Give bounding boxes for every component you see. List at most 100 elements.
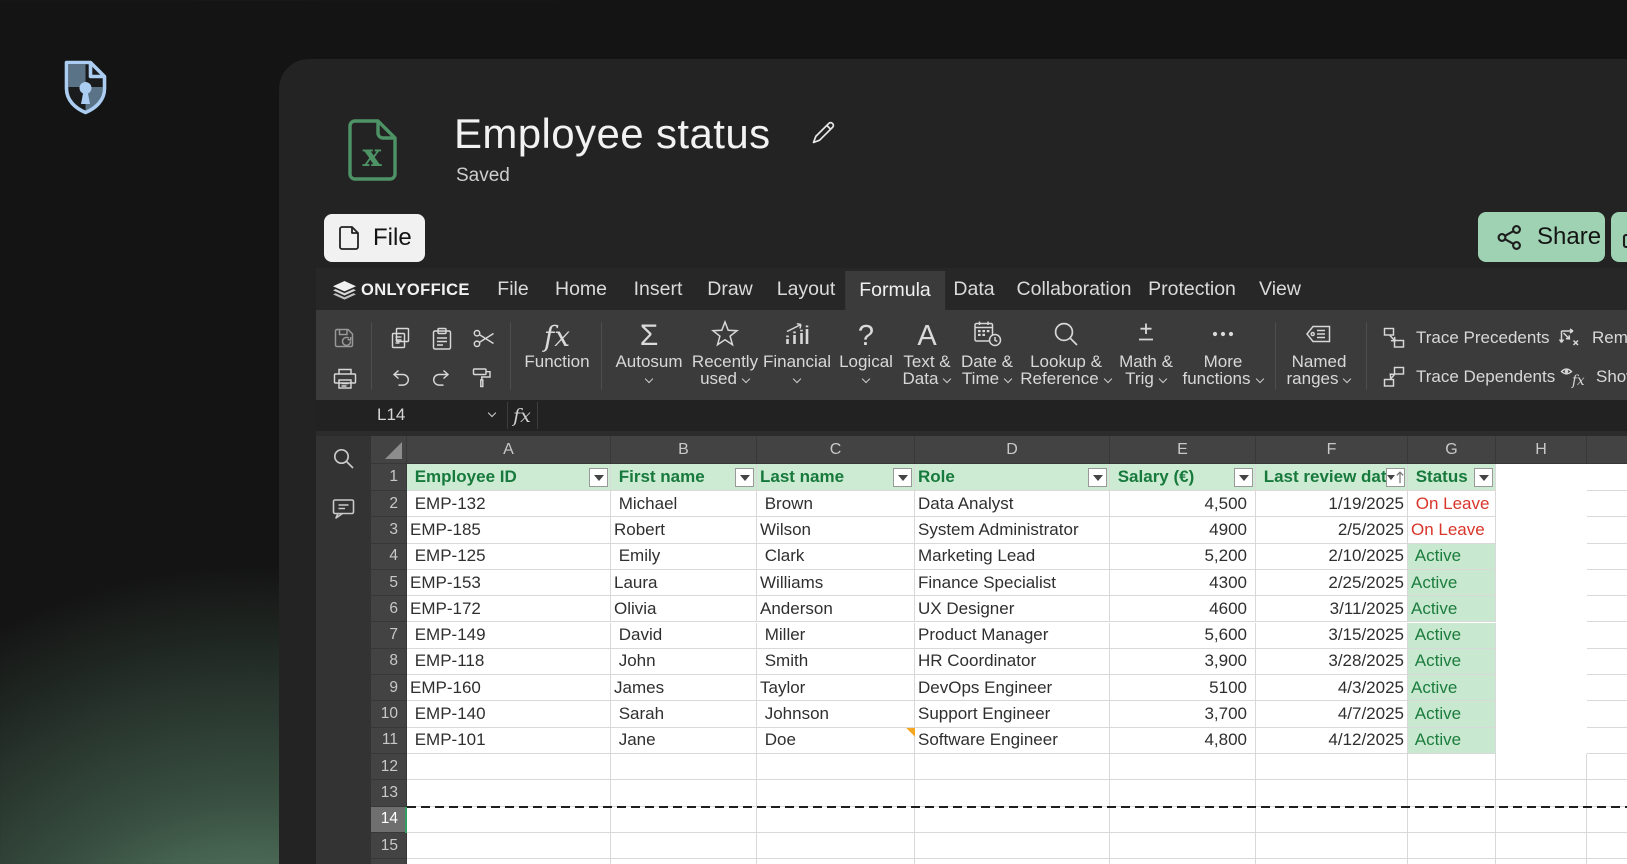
cell-F7[interactable]: 3/15/2025: [1256, 622, 1408, 649]
cell-G7[interactable]: Active: [1408, 622, 1496, 649]
cell[interactable]: [915, 754, 1110, 781]
cell-A4[interactable]: EMP-125: [407, 543, 611, 570]
cell[interactable]: [1496, 780, 1587, 807]
filter-button-B[interactable]: [735, 468, 754, 487]
cell[interactable]: [757, 754, 915, 781]
row-header-9[interactable]: 9: [371, 675, 407, 702]
cell-G2[interactable]: On Leave: [1408, 491, 1496, 518]
column-header-partial[interactable]: [1587, 436, 1627, 464]
cell[interactable]: [1408, 859, 1496, 864]
cell[interactable]: [611, 832, 757, 860]
cell-G6[interactable]: Active: [1408, 596, 1496, 623]
cell-E3[interactable]: 4900: [1110, 517, 1256, 544]
row-header-13[interactable]: 13: [371, 780, 407, 807]
cell-B5[interactable]: Laura: [611, 569, 757, 597]
row-header-4[interactable]: 4: [371, 543, 407, 570]
cell-C3[interactable]: Wilson: [757, 517, 915, 544]
row-header-1[interactable]: 1: [371, 464, 407, 491]
cell-D2[interactable]: Data Analyst: [915, 491, 1110, 518]
cell[interactable]: [1408, 780, 1496, 807]
menu-tab-formula[interactable]: Formula: [845, 271, 945, 310]
trace-dependents-button[interactable]: Trace Dependents: [1382, 365, 1555, 389]
cell[interactable]: [611, 859, 757, 864]
cell[interactable]: [1256, 859, 1408, 864]
cell[interactable]: [915, 780, 1110, 807]
cell-C7[interactable]: Miller: [757, 622, 915, 649]
row-header-8[interactable]: 8: [371, 648, 407, 676]
share-button[interactable]: Share: [1478, 212, 1605, 262]
cell-E11[interactable]: 4,800: [1110, 727, 1256, 754]
cell-B11[interactable]: Jane: [611, 727, 757, 754]
cell-A9[interactable]: EMP-160: [407, 675, 611, 702]
cell[interactable]: [1587, 570, 1627, 597]
cell-F11[interactable]: 4/12/2025: [1256, 727, 1408, 754]
cell[interactable]: [915, 859, 1110, 864]
cell[interactable]: [1587, 701, 1627, 728]
row-header-7[interactable]: 7: [371, 622, 407, 649]
column-header-E[interactable]: E: [1110, 436, 1256, 464]
column-header-F[interactable]: F: [1256, 436, 1408, 464]
cell-E4[interactable]: 5,200: [1110, 543, 1256, 570]
row-header-15[interactable]: 15: [371, 832, 407, 860]
menu-tab-view[interactable]: View: [1245, 268, 1315, 310]
cell-F10[interactable]: 4/7/2025: [1256, 701, 1408, 728]
sheet-header-cell[interactable]: Last name: [757, 464, 915, 491]
cell[interactable]: [1408, 832, 1496, 860]
cell[interactable]: [1110, 780, 1256, 807]
cell-A3[interactable]: EMP-185: [407, 517, 611, 544]
cell[interactable]: [1587, 596, 1627, 623]
show-formulas-button[interactable]: fx Show formulas: [1560, 365, 1627, 389]
save-button[interactable]: [332, 326, 356, 350]
cell-D11[interactable]: Software Engineer: [915, 727, 1110, 754]
cell[interactable]: [1408, 806, 1496, 833]
formula-input[interactable]: [538, 400, 1627, 431]
cell-C2[interactable]: Brown: [757, 491, 915, 518]
cell[interactable]: [1587, 517, 1627, 544]
select-all-corner[interactable]: [371, 436, 407, 464]
cell[interactable]: [1496, 754, 1587, 781]
cell-D10[interactable]: Support Engineer: [915, 701, 1110, 728]
cell-D8[interactable]: HR Coordinator: [915, 648, 1110, 676]
more-functions-button[interactable]: More functions: [1175, 318, 1271, 396]
menu-tab-home[interactable]: Home: [541, 268, 621, 310]
column-header-A[interactable]: A: [407, 436, 611, 464]
row-header-12[interactable]: 12: [371, 754, 407, 781]
cut-button[interactable]: [472, 327, 496, 351]
cell-G3[interactable]: On Leave: [1408, 517, 1496, 544]
column-header-G[interactable]: G: [1408, 436, 1496, 464]
cell-C10[interactable]: Johnson: [757, 701, 915, 728]
cell[interactable]: [1587, 728, 1627, 754]
cell-E9[interactable]: 5100: [1110, 675, 1256, 702]
cell[interactable]: [1256, 780, 1408, 807]
cell[interactable]: [611, 754, 757, 781]
cell-E7[interactable]: 5,600: [1110, 622, 1256, 649]
cell-G8[interactable]: Active: [1408, 648, 1496, 676]
menu-tab-insert[interactable]: Insert: [620, 268, 697, 310]
cell[interactable]: [1256, 754, 1408, 781]
search-icon[interactable]: [332, 447, 355, 470]
row-header-16[interactable]: 16: [371, 859, 407, 864]
column-header-C[interactable]: C: [757, 436, 915, 464]
menu-tab-protection[interactable]: Protection: [1134, 268, 1250, 310]
cell[interactable]: [1587, 491, 1627, 518]
menu-tab-file[interactable]: File: [483, 268, 542, 310]
cell-E6[interactable]: 4600: [1110, 596, 1256, 623]
cell-C8[interactable]: Smith: [757, 648, 915, 676]
redo-button[interactable]: [430, 366, 454, 390]
cell-B7[interactable]: David: [611, 622, 757, 649]
row-header-3[interactable]: 3: [371, 517, 407, 544]
cell-D7[interactable]: Product Manager: [915, 622, 1110, 649]
cell[interactable]: [611, 806, 757, 833]
comments-icon[interactable]: [332, 497, 355, 520]
cell-E8[interactable]: 3,900: [1110, 648, 1256, 676]
column-header-B[interactable]: B: [611, 436, 757, 464]
cell[interactable]: [1110, 806, 1256, 833]
cell-A11[interactable]: EMP-101: [407, 727, 611, 754]
copy-style-button[interactable]: [471, 366, 495, 390]
cell[interactable]: [1587, 859, 1627, 864]
cell[interactable]: [611, 780, 757, 807]
cell[interactable]: [1256, 806, 1408, 833]
cell-D3[interactable]: System Administrator: [915, 517, 1110, 544]
cell[interactable]: [1587, 833, 1627, 860]
sheet-header-cell[interactable]: Role: [915, 464, 1110, 491]
